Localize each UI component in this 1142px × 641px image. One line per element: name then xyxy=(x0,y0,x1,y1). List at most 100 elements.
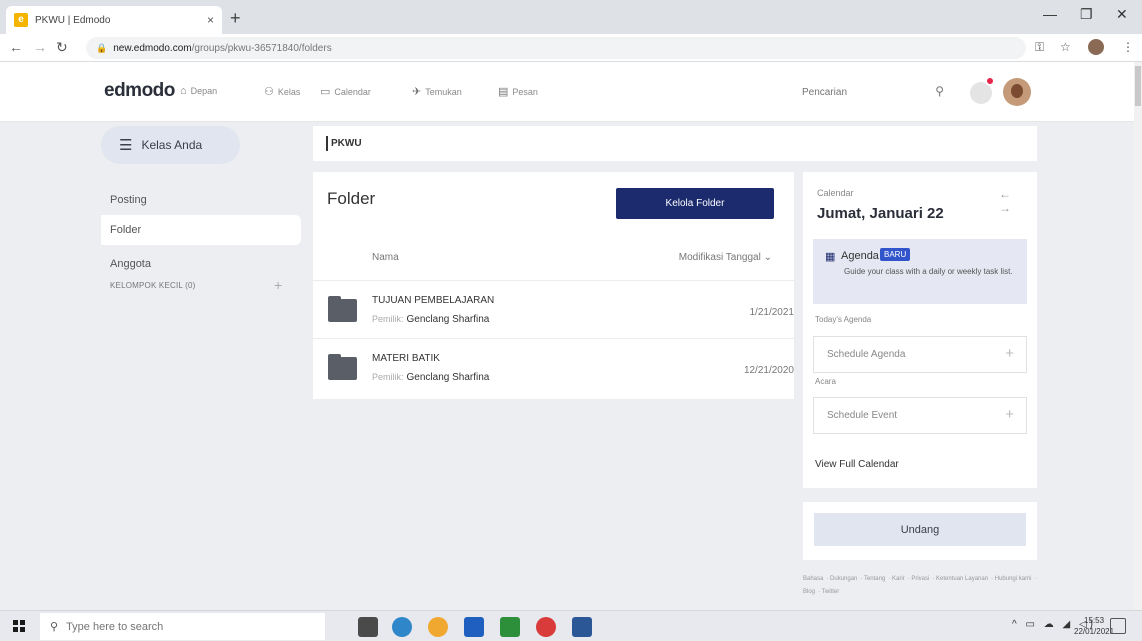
footer-link[interactable]: Blog xyxy=(803,589,815,595)
folder-owner: Pemilik: Genclang Sharfina xyxy=(372,372,490,383)
windows-start-icon[interactable] xyxy=(13,620,25,632)
footer-links: Bahasa · Dukungan · Tentang · Karir · Privas… xyxy=(803,576,1037,595)
agenda-title: Agenda xyxy=(841,250,879,262)
todays-agenda-label: Today's Agenda xyxy=(815,315,872,324)
edmodo-favicon-icon: e xyxy=(14,13,28,27)
footer-link[interactable]: Tentang xyxy=(864,576,885,582)
taskbar-clock[interactable]: 15:53 22/01/2021 xyxy=(1074,615,1114,637)
browser-profile-avatar[interactable] xyxy=(1088,39,1104,55)
sidebar-item-folder[interactable]: Folder xyxy=(101,215,301,245)
back-icon[interactable]: ← xyxy=(9,39,23,55)
taskbar-search: ⚲ xyxy=(40,613,325,640)
browser-tab-bar: e PKWU | Edmodo × + — ❐ ✕ xyxy=(0,0,1142,34)
word-icon[interactable] xyxy=(572,617,592,637)
edmodo-logo[interactable]: edmodo xyxy=(104,80,175,102)
hamburger-menu-icon: ☰ xyxy=(119,137,133,154)
agenda-description: Guide your class with a daily or weekly … xyxy=(844,267,1013,276)
browser-menu-icon[interactable]: ⋮ xyxy=(1122,40,1134,54)
new-tab-button[interactable]: + xyxy=(230,8,241,29)
browser-tab[interactable]: e PKWU | Edmodo × xyxy=(6,6,222,34)
invite-button[interactable]: Undang xyxy=(814,513,1026,546)
folder-title: Folder xyxy=(327,189,376,208)
edmodo-navbar: edmodo ⌂ Depan ⚇ Kelas ▭ Calendar ✈ Temukan … xyxy=(0,62,1142,122)
nav-kelas[interactable]: ⚇ Kelas xyxy=(264,85,300,98)
taskbar-search-icon: ⚲ xyxy=(50,621,59,633)
file-explorer-icon[interactable] xyxy=(500,617,520,637)
calendar-nav-arrows[interactable]: ← → xyxy=(999,187,1037,215)
close-tab-icon[interactable]: × xyxy=(207,13,214,27)
footer-link[interactable]: Dukungan xyxy=(830,576,857,582)
page-scrollbar[interactable] xyxy=(1134,62,1142,610)
acara-label: Acara xyxy=(815,377,836,386)
nav-calendar[interactable]: ▭ Calendar xyxy=(320,85,371,98)
url-text: new.edmodo.com/groups/pkwu-36571840/fold… xyxy=(113,42,332,54)
notification-badge xyxy=(985,76,995,86)
folder-row[interactable]: TUJUAN PEMBELAJARAN Pemilik: Genclang Sha… xyxy=(313,280,794,338)
footer-link[interactable]: Hubungi kami xyxy=(995,576,1032,582)
folder-icon xyxy=(328,354,357,380)
task-view-icon[interactable] xyxy=(358,617,378,637)
tab-title: PKWU | Edmodo xyxy=(35,14,111,26)
agenda-promo[interactable]: ▦ Agenda BARU Guide your class with a da… xyxy=(813,239,1027,304)
folder-owner: Pemilik: Genclang Sharfina xyxy=(372,314,490,325)
nav-depan[interactable]: ⌂ Depan xyxy=(180,85,217,97)
column-name-header[interactable]: Nama xyxy=(372,252,399,263)
close-window-icon[interactable]: ✕ xyxy=(1116,6,1128,23)
folder-date: 1/21/2021 xyxy=(749,307,795,318)
folder-date: 12/21/2020 xyxy=(743,365,794,376)
group-breadcrumb: PKWU xyxy=(313,126,1037,161)
address-bar-row: ← → ↻ 🔒 new.edmodo.com/groups/pkwu-36571… xyxy=(0,34,1142,62)
footer-link[interactable]: Ketentuan Layanan xyxy=(936,576,988,582)
action-center-icon[interactable] xyxy=(1110,618,1126,634)
sidebar-item-anggota[interactable]: Anggota xyxy=(101,249,301,279)
windows-taskbar: ⚲ ^ ▭ ☁ ◢ ◁) 15:53 22/01/2021 xyxy=(0,610,1142,641)
folder-name[interactable]: MATERI BATIK xyxy=(372,353,440,364)
calendar-icon: ▭ xyxy=(320,86,331,98)
scrollbar-thumb[interactable] xyxy=(1135,66,1141,106)
folder-name[interactable]: TUJUAN PEMBELAJARAN xyxy=(372,295,494,306)
message-icon: ▤ xyxy=(498,86,509,98)
manage-folder-button[interactable]: Kelola Folder xyxy=(616,188,774,219)
calendar-date: Jumat, Januari 22 xyxy=(817,205,944,222)
taskbar-search-input[interactable] xyxy=(66,620,297,633)
chrome-icon[interactable] xyxy=(536,617,556,637)
footer-link[interactable]: Privasi xyxy=(911,576,929,582)
bookmark-star-icon[interactable]: ☆ xyxy=(1060,40,1071,54)
reload-icon[interactable]: ↻ xyxy=(56,39,68,56)
schedule-agenda-button[interactable]: Schedule Agenda + xyxy=(813,336,1027,373)
classes-icon: ⚇ xyxy=(264,86,274,98)
invite-panel: Undang xyxy=(803,502,1037,560)
footer-link[interactable]: Twitter xyxy=(822,589,840,595)
view-full-calendar-link[interactable]: View Full Calendar xyxy=(815,459,899,470)
key-icon[interactable]: ⚿ xyxy=(1035,40,1044,55)
edge-browser-icon[interactable] xyxy=(392,617,412,637)
search-icon[interactable]: ⚲ xyxy=(935,84,944,98)
column-modified-header[interactable]: Modifikasi Tanggal ⌄ xyxy=(679,252,772,263)
agenda-calendar-icon: ▦ xyxy=(825,251,836,263)
kelas-anda-button[interactable]: ☰ Kelas Anda xyxy=(101,126,240,164)
nav-temukan[interactable]: ✈ Temukan xyxy=(412,85,462,98)
add-small-group-icon[interactable]: + xyxy=(274,277,282,293)
folder-row[interactable]: MATERI BATIK Pemilik: Genclang Sharfina 1… xyxy=(313,338,794,396)
nav-pesan[interactable]: ▤ Pesan xyxy=(498,85,538,98)
sidebar-item-posting[interactable]: Posting xyxy=(101,185,301,215)
lock-icon: 🔒 xyxy=(96,42,108,53)
add-event-icon: + xyxy=(1005,406,1014,423)
home-icon: ⌂ xyxy=(180,85,187,97)
search-box: ⚲ xyxy=(798,79,954,105)
store-icon[interactable] xyxy=(464,617,484,637)
small-groups-label[interactable]: KELOMPOK KECIL (0) xyxy=(110,281,196,290)
url-input[interactable]: 🔒 new.edmodo.com/groups/pkwu-36571840/fo… xyxy=(86,37,1026,59)
forward-icon[interactable]: → xyxy=(33,39,47,55)
search-input[interactable] xyxy=(802,86,922,98)
footer-link[interactable]: Karir xyxy=(892,576,905,582)
schedule-event-button[interactable]: Schedule Event + xyxy=(813,397,1027,434)
minimize-icon[interactable]: — xyxy=(1043,6,1057,22)
restore-icon[interactable]: ❐ xyxy=(1080,6,1093,23)
add-agenda-icon: + xyxy=(1005,345,1014,362)
footer-link[interactable]: Bahasa xyxy=(803,576,823,582)
folder-panel: Folder Kelola Folder Nama Modifikasi Tan… xyxy=(313,172,794,399)
folder-icon xyxy=(328,296,357,322)
chrome-canary-icon[interactable] xyxy=(428,617,448,637)
user-avatar[interactable] xyxy=(1003,78,1031,106)
